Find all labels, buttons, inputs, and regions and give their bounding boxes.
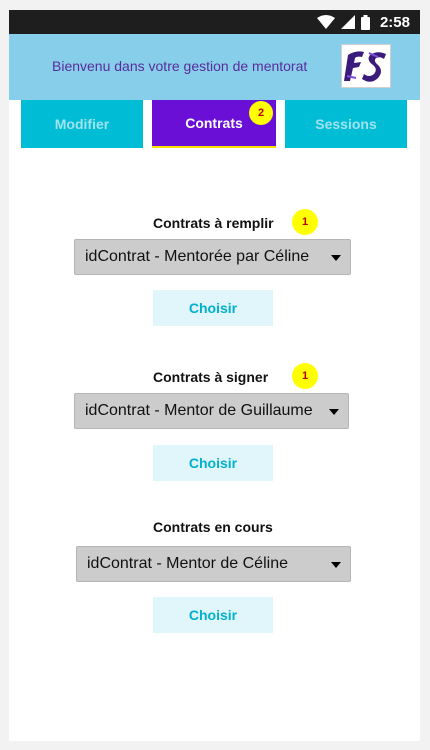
select-value: idContrat - Mentor de Céline [87, 555, 288, 572]
tab-sessions[interactable]: Sessions [285, 100, 407, 148]
status-time: 2:58 [379, 13, 410, 31]
app-header: Bienvenu dans votre gestion de mentorat [9, 34, 420, 100]
select-value: idContrat - Mentor de Guillaume [85, 402, 313, 419]
section-title-remplir: Contrats à remplir [153, 215, 274, 231]
dropdown-arrow-icon [331, 255, 341, 261]
fs-logo [341, 44, 391, 88]
choisir-button-en-cours[interactable]: Choisir [153, 597, 273, 633]
fs-logo-image [344, 51, 386, 82]
select-contrat-signer[interactable]: idContrat - Mentor de Guillaume [74, 393, 349, 429]
battery-icon [360, 14, 370, 30]
section-title-en-cours: Contrats en cours [153, 519, 273, 535]
section-title-signer: Contrats à signer [153, 369, 269, 385]
choisir-button-signer[interactable]: Choisir [153, 445, 273, 481]
tab-modifier[interactable]: Modifier [21, 100, 143, 148]
choisir-button-remplir[interactable]: Choisir [153, 290, 273, 326]
count-badge-remplir: 1 [292, 209, 318, 235]
select-contrat-en-cours[interactable]: idContrat - Mentor de Céline [76, 546, 351, 582]
status-icons: 2:58 [316, 13, 410, 31]
dropdown-arrow-icon [331, 562, 341, 568]
header-title: Bienvenu dans votre gestion de mentorat [52, 58, 308, 74]
count-badge-signer: 1 [292, 363, 318, 389]
wifi-icon [316, 15, 335, 29]
tab-contrats-badge: 2 [249, 101, 273, 125]
device-frame: 2:58 Bienvenu dans votre gestion de ment… [0, 0, 430, 750]
app-screen: 2:58 Bienvenu dans votre gestion de ment… [9, 10, 420, 741]
select-value: idContrat - Mentorée par Céline [85, 248, 310, 265]
dropdown-arrow-icon [329, 409, 339, 415]
status-bar: 2:58 [9, 10, 420, 34]
select-contrat-remplir[interactable]: idContrat - Mentorée par Céline [74, 239, 351, 275]
signal-icon [340, 15, 355, 29]
